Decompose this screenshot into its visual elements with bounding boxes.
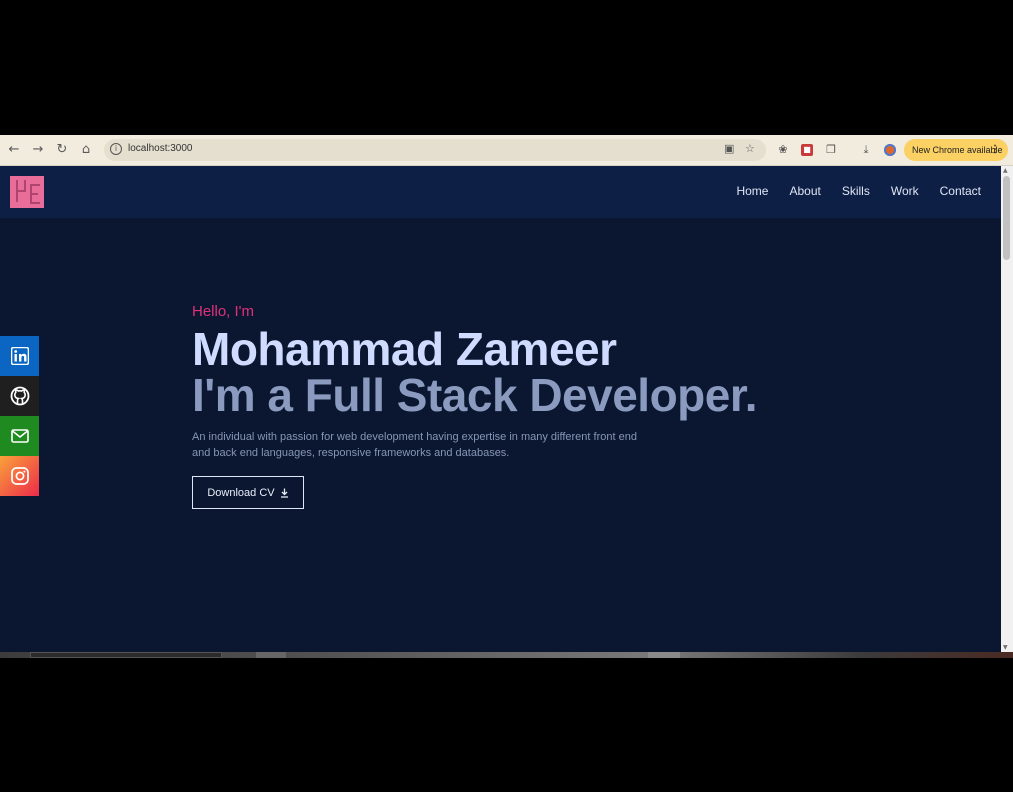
extension-red-icon[interactable]: ■	[801, 144, 813, 156]
linkedin-icon	[10, 347, 29, 365]
home-icon[interactable]: ⌂	[78, 142, 94, 158]
forward-arrow-icon[interactable]: →	[30, 142, 46, 158]
more-dots-icon[interactable]: ⋮	[990, 139, 1000, 161]
scroll-down-icon[interactable]: ▼	[1003, 644, 1008, 651]
site-info-icon[interactable]: i	[110, 143, 122, 155]
nav-work[interactable]: Work	[891, 184, 919, 198]
github-icon	[10, 386, 29, 406]
nav-links: Home About Skills Work Contact	[736, 184, 981, 198]
hero-role: I'm a Full Stack Developer.	[192, 369, 758, 421]
scrollbar-thumb[interactable]	[1003, 176, 1010, 260]
browser-toolbar: ← → ↻ ⌂ i localhost:3000 ▣ ☆ ❀ ■ ❐ ⤓ New…	[0, 135, 1013, 166]
nav-skills[interactable]: Skills	[842, 184, 870, 198]
address-bar[interactable]: i localhost:3000 ▣ ☆	[104, 139, 766, 161]
update-chrome-label: New Chrome available	[912, 145, 1003, 155]
profile-avatar-icon[interactable]	[884, 144, 896, 156]
update-chrome-button[interactable]: New Chrome available ⋮	[904, 139, 1008, 161]
page-viewport: Home About Skills Work Contact Hello, I'…	[0, 166, 1001, 652]
instagram-icon	[10, 467, 29, 485]
puzzle-extensions-icon[interactable]: ❐	[824, 143, 838, 157]
download-icon	[280, 488, 288, 498]
download-cv-label: Download CV	[207, 486, 275, 499]
bookmark-star-icon[interactable]: ☆	[745, 142, 755, 155]
site-navbar: Home About Skills Work Contact	[0, 166, 1001, 218]
address-bar-url[interactable]: localhost:3000	[128, 143, 193, 154]
scroll-up-icon[interactable]: ▲	[1003, 167, 1008, 174]
github-button[interactable]	[0, 376, 39, 416]
browser-window: ← → ↻ ⌂ i localhost:3000 ▣ ☆ ❀ ■ ❐ ⤓ New…	[0, 135, 1013, 658]
os-taskbar	[0, 652, 1013, 658]
hero-description: An individual with passion for web devel…	[192, 431, 637, 459]
nav-about[interactable]: About	[789, 184, 820, 198]
reload-icon[interactable]: ↻	[54, 142, 70, 158]
download-cv-button[interactable]: Download CV	[192, 476, 304, 509]
nav-contact[interactable]: Contact	[940, 184, 981, 198]
email-button[interactable]	[0, 416, 39, 456]
install-app-icon[interactable]: ▣	[724, 142, 734, 155]
nav-home[interactable]: Home	[736, 184, 768, 198]
extension-bug-icon[interactable]: ❀	[776, 143, 790, 157]
hero-greeting: Hello, I'm	[192, 303, 255, 320]
site-logo[interactable]	[10, 176, 44, 208]
back-arrow-icon[interactable]: ←	[6, 142, 22, 158]
mail-icon	[10, 429, 29, 443]
page-scrollbar[interactable]: ▲ ▼	[1001, 166, 1013, 652]
taskbar-search[interactable]	[30, 652, 222, 658]
taskbar-app[interactable]	[256, 652, 286, 658]
linkedin-button[interactable]	[0, 336, 39, 376]
taskbar-app[interactable]	[648, 652, 680, 658]
download-icon[interactable]: ⤓	[859, 143, 873, 157]
instagram-button[interactable]	[0, 456, 39, 496]
